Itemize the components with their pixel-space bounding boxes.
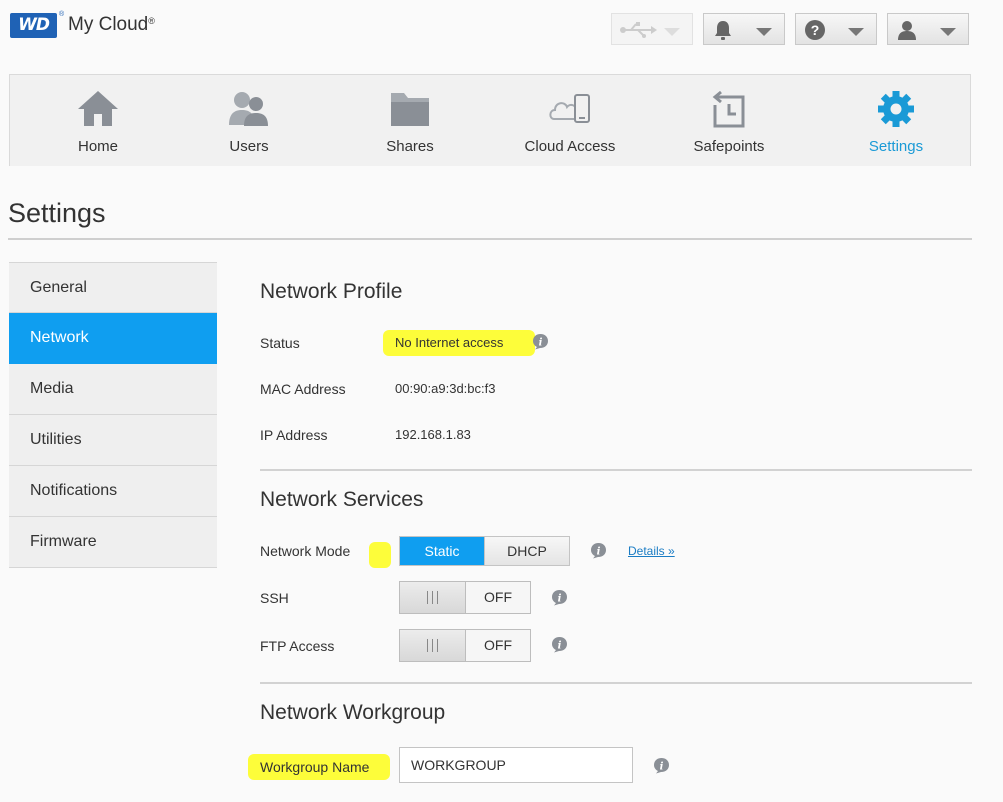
nav-settings-label: Settings (868, 138, 924, 155)
chevron-down-icon (848, 28, 864, 36)
page-title: Settings (8, 198, 106, 228)
toggle-knob[interactable] (400, 630, 466, 661)
sidemenu-item-notifications[interactable]: Notifications (9, 466, 217, 517)
section-divider (260, 469, 972, 471)
details-link[interactable]: Details » (628, 544, 675, 558)
info-icon[interactable]: i (532, 333, 549, 350)
help-icon: ? (805, 20, 825, 40)
network-mode-static[interactable]: Static (400, 537, 484, 565)
logo-trademark: ® (59, 11, 65, 18)
network-workgroup-title: Network Workgroup (260, 701, 446, 724)
status-value: No Internet access (395, 335, 504, 350)
toggle-knob[interactable] (400, 582, 466, 613)
highlight-mark (369, 542, 391, 568)
folder-icon (391, 93, 429, 126)
ip-address-label: IP Address (260, 427, 328, 443)
user-menu-button[interactable] (887, 13, 969, 45)
chevron-down-icon (756, 28, 772, 36)
ip-address-value: 192.168.1.83 (395, 427, 471, 442)
nav-home[interactable]: Home (50, 75, 146, 167)
ssh-label: SSH (260, 590, 289, 606)
sidemenu-item-utilities[interactable]: Utilities (9, 415, 217, 466)
nav-shares-label: Shares (386, 138, 434, 155)
mac-address-value: 00:90:a9:3d:bc:f3 (395, 381, 496, 396)
svg-text:i: i (597, 547, 601, 558)
main-navbar: Home Users Shares Cloud Access Safepoint… (9, 74, 971, 166)
sidemenu-item-network[interactable]: Network (9, 313, 217, 364)
nav-shares[interactable]: Shares (362, 75, 458, 167)
logo-text: WD (18, 15, 50, 35)
ftp-access-state: OFF (466, 630, 530, 661)
nav-cloud-access-label: Cloud Access (524, 138, 616, 155)
usb-menu-button[interactable] (611, 13, 693, 45)
user-icon (898, 21, 916, 40)
notifications-button[interactable] (703, 13, 785, 45)
help-glyph: ? (811, 22, 820, 38)
network-mode-dhcp[interactable]: DHCP (484, 537, 569, 565)
home-icon (78, 91, 118, 126)
nav-cloud-access[interactable]: Cloud Access (510, 75, 630, 167)
section-divider (260, 682, 972, 684)
chevron-down-icon (664, 28, 680, 36)
svg-text:i: i (539, 338, 543, 349)
info-icon[interactable]: i (590, 542, 607, 559)
ssh-toggle[interactable]: OFF (399, 581, 531, 614)
ftp-access-label: FTP Access (260, 638, 335, 654)
nav-safepoints[interactable]: Safepoints (681, 75, 777, 167)
nav-safepoints-label: Safepoints (693, 138, 765, 155)
info-icon[interactable]: i (653, 757, 670, 774)
status-label: Status (260, 335, 300, 351)
network-profile-title: Network Profile (260, 280, 403, 303)
nav-users[interactable]: Users (201, 75, 297, 167)
chevron-down-icon (940, 28, 956, 36)
network-mode-label: Network Mode (260, 543, 351, 559)
cloud-device-icon (549, 94, 590, 123)
svg-text:i: i (558, 594, 562, 605)
nav-users-label: Users (229, 138, 269, 155)
nav-home-label: Home (77, 138, 118, 155)
brand-name: My Cloud (68, 14, 149, 35)
mac-address-label: MAC Address (260, 381, 346, 397)
svg-text:i: i (558, 641, 562, 652)
ftp-access-toggle[interactable]: OFF (399, 629, 531, 662)
wd-logo: WD (10, 13, 57, 38)
sidemenu-item-general[interactable]: General (9, 262, 217, 313)
usb-icon (620, 22, 657, 38)
workgroup-name-input[interactable]: WORKGROUP (399, 747, 633, 783)
brand-title: My Cloud® (68, 14, 155, 36)
ssh-state: OFF (466, 582, 530, 613)
workgroup-name-label: Workgroup Name (260, 759, 370, 775)
nav-settings[interactable]: Settings (848, 75, 944, 167)
title-divider (8, 238, 972, 240)
settings-sidemenu: General Network Media Utilities Notifica… (9, 262, 217, 568)
svg-text:i: i (660, 762, 664, 773)
sidemenu-item-media[interactable]: Media (9, 364, 217, 415)
info-icon[interactable]: i (551, 589, 568, 606)
brand-registered: ® (148, 16, 155, 26)
help-button[interactable]: ? (795, 13, 877, 45)
network-services-title: Network Services (260, 488, 424, 511)
safepoint-icon (712, 90, 745, 128)
bell-icon (715, 21, 731, 40)
sidemenu-item-firmware[interactable]: Firmware (9, 517, 217, 568)
gear-icon (878, 91, 914, 127)
network-mode-toggle: Static DHCP (399, 536, 570, 566)
users-icon (229, 92, 268, 126)
info-icon[interactable]: i (551, 636, 568, 653)
